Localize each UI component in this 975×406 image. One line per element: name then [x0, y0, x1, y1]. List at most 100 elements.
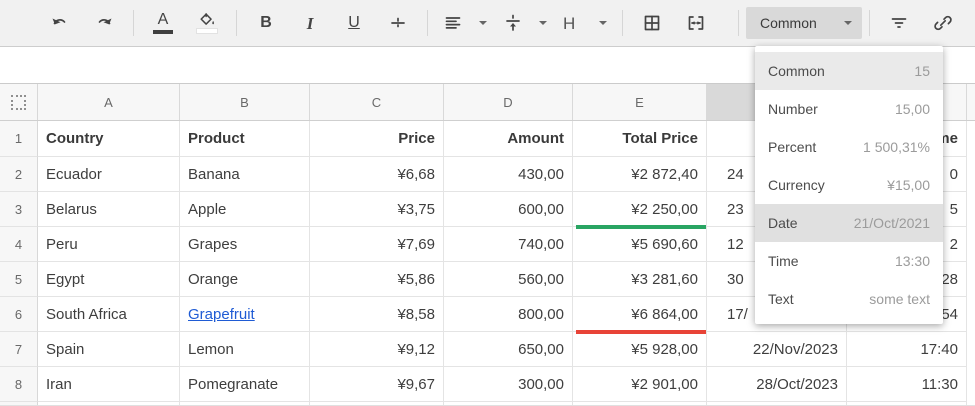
borders-button[interactable]: [632, 6, 672, 40]
row-header-5[interactable]: 5: [0, 262, 38, 297]
row-header-1[interactable]: 1: [0, 121, 38, 157]
heading-style-button[interactable]: H: [557, 6, 613, 40]
italic-button[interactable]: I: [290, 6, 330, 40]
cell-D6[interactable]: 800,00: [444, 297, 573, 332]
cell-hyperlink[interactable]: Grapefruit: [188, 306, 255, 323]
cell-A5[interactable]: Egypt: [38, 262, 180, 297]
cell-F8[interactable]: 28/Oct/2023: [707, 367, 847, 402]
fill-color-icon: [200, 13, 214, 25]
row-filler: [967, 297, 975, 332]
link-button[interactable]: [923, 6, 963, 40]
select-all-button[interactable]: [0, 84, 38, 120]
row-header-3[interactable]: 3: [0, 192, 38, 227]
cell-A8[interactable]: Iran: [38, 367, 180, 402]
column-header-A[interactable]: A: [38, 84, 180, 120]
horizontal-align-button[interactable]: [437, 6, 493, 40]
cell-E4[interactable]: ¥5 690,60: [573, 227, 707, 262]
undo-button[interactable]: [40, 6, 80, 40]
cell-G7[interactable]: 17:40: [847, 332, 967, 367]
cell-A3[interactable]: Belarus: [38, 192, 180, 227]
cell-E8[interactable]: ¥2 901,00: [573, 367, 707, 402]
cell-F9[interactable]: [707, 402, 847, 405]
cell-E1[interactable]: Total Price: [573, 121, 707, 157]
cell-A2[interactable]: Ecuador: [38, 157, 180, 192]
bold-button[interactable]: B: [246, 6, 286, 40]
cell-A4[interactable]: Peru: [38, 227, 180, 262]
cell-D1[interactable]: Amount: [444, 121, 573, 157]
cell-G9[interactable]: [847, 402, 967, 405]
cell-C8[interactable]: ¥9,67: [310, 367, 444, 402]
cell-E2[interactable]: ¥2 872,40: [573, 157, 707, 192]
cell-A9[interactable]: [38, 402, 180, 405]
sheet-row-7: 7 Spain Lemon ¥9,12 650,00 ¥5 928,00 22/Nov/20…: [0, 332, 975, 367]
filter-button[interactable]: [879, 6, 919, 40]
cell-C9[interactable]: [310, 402, 444, 405]
format-option-label: Text: [768, 291, 794, 307]
column-header-B[interactable]: B: [180, 84, 310, 120]
cell-B4[interactable]: Grapes: [180, 227, 310, 262]
format-option-number[interactable]: Number 15,00: [755, 90, 943, 128]
row-header-2[interactable]: 2: [0, 157, 38, 192]
vertical-align-button[interactable]: [497, 6, 553, 40]
cell-C1[interactable]: Price: [310, 121, 444, 157]
cell-B8[interactable]: Pomegranate: [180, 367, 310, 402]
cell-E9[interactable]: [573, 402, 707, 405]
format-option-time[interactable]: Time 13:30: [755, 242, 943, 280]
format-option-date[interactable]: Date 21/Oct/2021: [755, 204, 943, 242]
cell-B5[interactable]: Orange: [180, 262, 310, 297]
cell-D5[interactable]: 560,00: [444, 262, 573, 297]
row-header-7[interactable]: 7: [0, 332, 38, 367]
format-option-label: Common: [768, 63, 825, 79]
cell-D9[interactable]: [444, 402, 573, 405]
cell-C3[interactable]: ¥3,75: [310, 192, 444, 227]
cell-B1[interactable]: Product: [180, 121, 310, 157]
cell-B9[interactable]: [180, 402, 310, 405]
row-header-6[interactable]: 6: [0, 297, 38, 332]
vertical-align-icon: [506, 14, 520, 31]
cell-D3[interactable]: 600,00: [444, 192, 573, 227]
cell-C2[interactable]: ¥6,68: [310, 157, 444, 192]
cell-E3[interactable]: ¥2 250,00: [573, 192, 707, 229]
cell-B3[interactable]: Apple: [180, 192, 310, 227]
cell-D7[interactable]: 650,00: [444, 332, 573, 367]
column-header-E[interactable]: E: [573, 84, 707, 120]
cell-E6[interactable]: ¥6 864,00: [573, 297, 707, 334]
row-header-8[interactable]: 8: [0, 367, 38, 402]
cell-D8[interactable]: 300,00: [444, 367, 573, 402]
cell-D2[interactable]: 430,00: [444, 157, 573, 192]
redo-button[interactable]: [84, 6, 124, 40]
cell-A1[interactable]: Country: [38, 121, 180, 157]
font-color-button[interactable]: A: [143, 6, 183, 40]
underline-button[interactable]: U: [334, 6, 374, 40]
format-option-currency[interactable]: Currency ¥15,00: [755, 166, 943, 204]
format-option-text[interactable]: Text some text: [755, 280, 943, 318]
cell-A6[interactable]: South Africa: [38, 297, 180, 332]
merge-cells-button[interactable]: [676, 6, 716, 40]
cell-D4[interactable]: 740,00: [444, 227, 573, 262]
cell-F7[interactable]: 22/Nov/2023: [707, 332, 847, 367]
cell-E7[interactable]: ¥5 928,00: [573, 332, 707, 367]
cell-B6[interactable]: Grapefruit: [180, 297, 310, 332]
cell-C7[interactable]: ¥9,12: [310, 332, 444, 367]
strikethrough-button[interactable]: [378, 6, 418, 40]
fill-color-button[interactable]: [187, 6, 227, 40]
cell-A7[interactable]: Spain: [38, 332, 180, 367]
column-header-D[interactable]: D: [444, 84, 573, 120]
separator: [427, 10, 428, 36]
underline-icon: U: [348, 14, 360, 31]
chevron-down-icon: [539, 21, 547, 25]
cell-B2[interactable]: Banana: [180, 157, 310, 192]
format-option-common[interactable]: Common 15: [755, 52, 943, 90]
column-header-C[interactable]: C: [310, 84, 444, 120]
row-header-4[interactable]: 4: [0, 227, 38, 262]
cell-C6[interactable]: ¥8,58: [310, 297, 444, 332]
cell-B7[interactable]: Lemon: [180, 332, 310, 367]
number-format-button[interactable]: Common: [746, 7, 862, 39]
row-header-9[interactable]: 9: [0, 402, 38, 405]
cell-C5[interactable]: ¥5,86: [310, 262, 444, 297]
format-option-percent[interactable]: Percent 1 500,31%: [755, 128, 943, 166]
cell-E5[interactable]: ¥3 281,60: [573, 262, 707, 297]
toolbar: A B I U H Common: [0, 0, 975, 47]
cell-G8[interactable]: 11:30: [847, 367, 967, 402]
cell-C4[interactable]: ¥7,69: [310, 227, 444, 262]
